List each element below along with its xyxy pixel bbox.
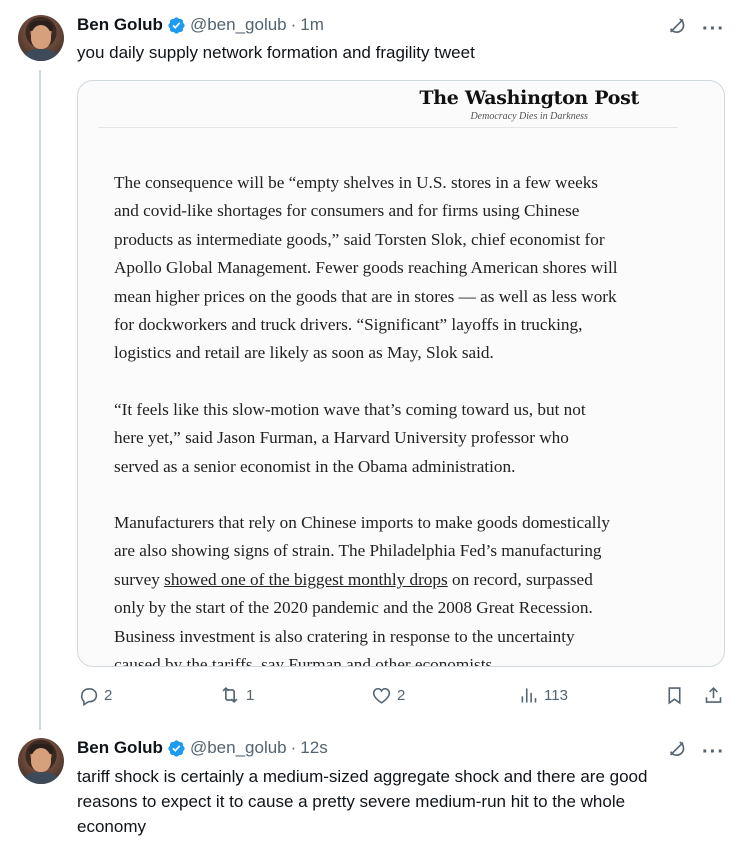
like-button[interactable]: 2 [371, 682, 405, 708]
retweet-button[interactable]: 1 [219, 682, 254, 708]
tweet-text-line: reasons to expect it to cause a pretty s… [77, 792, 626, 811]
article-line: are also showing signs of strain. The Ph… [114, 541, 602, 561]
article-link: showed one of the biggest monthly drops [164, 569, 448, 589]
tweet-text: tariff shock is certainly a medium-sized… [77, 764, 647, 839]
tweet-top-actions: ··· [666, 15, 725, 42]
masthead-slogan: Democracy Dies in Darkness [470, 111, 588, 122]
thread-connector-line [39, 70, 41, 730]
grok-icon[interactable] [666, 15, 688, 42]
more-icon[interactable]: ··· [702, 19, 725, 39]
media-image[interactable]: The Washington Post Democracy Dies in Da… [77, 80, 725, 667]
article-paragraph: “It feels like this slow-motion wave tha… [114, 396, 704, 481]
tweet-text-line: tariff shock is certainly a medium-sized… [77, 767, 648, 786]
tweet-text: you daily supply network formation and f… [77, 43, 475, 62]
timestamp[interactable]: 12s [300, 738, 327, 758]
grok-icon[interactable] [666, 738, 688, 765]
article-line: survey showed one of the biggest monthly… [114, 566, 704, 594]
article-line: only by the start of the 2020 pandemic a… [114, 598, 593, 618]
verified-badge-icon [167, 739, 186, 758]
share-icon [703, 685, 724, 706]
tweet-header: Ben Golub @ben_golub · 12s [77, 736, 328, 760]
article-line: caused by the tariffs, say Furman and ot… [114, 655, 497, 667]
article-line: Manufacturers that rely on Chinese impor… [114, 513, 610, 533]
avatar[interactable] [18, 738, 64, 784]
retweet-icon [219, 684, 241, 706]
bookmark-button[interactable] [664, 682, 685, 708]
article-line: Apollo Global Management. Fewer goods re… [114, 258, 618, 278]
more-icon[interactable]: ··· [702, 742, 725, 762]
author-name[interactable]: Ben Golub [77, 15, 163, 35]
tweet-action-bar: 2 1 2 113 [78, 682, 726, 708]
article-paragraph: The consequence will be “empty shelves i… [114, 169, 704, 368]
views-count: 113 [544, 686, 568, 704]
article-line: The consequence will be “empty shelves i… [114, 173, 598, 192]
author-name[interactable]: Ben Golub [77, 738, 163, 758]
timestamp[interactable]: 1m [300, 15, 324, 35]
reply-count: 2 [104, 686, 113, 704]
views-button[interactable]: 113 [518, 682, 568, 708]
reply-icon [78, 685, 99, 706]
separator: · [290, 15, 297, 34]
like-icon [371, 685, 392, 706]
author-handle[interactable]: @ben_golub [190, 738, 287, 758]
separator: · [290, 738, 297, 757]
article-line: for dockworkers and truck drivers. “Sign… [114, 315, 583, 335]
bookmark-icon [664, 685, 685, 706]
masthead-logo: The Washington Post Democracy Dies in Da… [419, 87, 639, 122]
like-count: 2 [397, 686, 406, 704]
views-icon [518, 685, 539, 706]
article-line: and covid-like shortages for consumers a… [114, 201, 580, 221]
article-text: survey [114, 569, 165, 589]
avatar[interactable] [18, 15, 64, 61]
article-line: logistics and retail are likely as soon … [114, 343, 494, 363]
masthead-title: The Washington Post [419, 87, 639, 109]
tweet-header: Ben Golub @ben_golub · 1m [77, 13, 324, 37]
retweet-count: 1 [246, 686, 255, 704]
article-line: Business investment is also cratering in… [114, 626, 575, 646]
article-line: here yet,” said Jason Furman, a Harvard … [114, 428, 569, 448]
reply-button[interactable]: 2 [78, 682, 112, 708]
share-button[interactable] [703, 682, 724, 708]
author-handle[interactable]: @ben_golub [190, 15, 287, 35]
masthead-divider [98, 127, 678, 128]
verified-badge-icon [167, 16, 186, 35]
article-paragraph: Manufacturers that rely on Chinese impor… [114, 509, 704, 667]
tweet-top-actions: ··· [666, 738, 725, 765]
tweet-text-line: economy [77, 817, 146, 836]
article-line: “It feels like this slow-motion wave tha… [114, 399, 586, 419]
article-line: products as intermediate goods,” said To… [114, 229, 605, 249]
article-text: on record, surpassed [447, 569, 593, 589]
article-excerpt: The consequence will be “empty shelves i… [114, 169, 704, 667]
article-line: served as a senior economist in the Obam… [114, 456, 516, 476]
article-line: mean higher prices on the goods that are… [114, 286, 617, 306]
